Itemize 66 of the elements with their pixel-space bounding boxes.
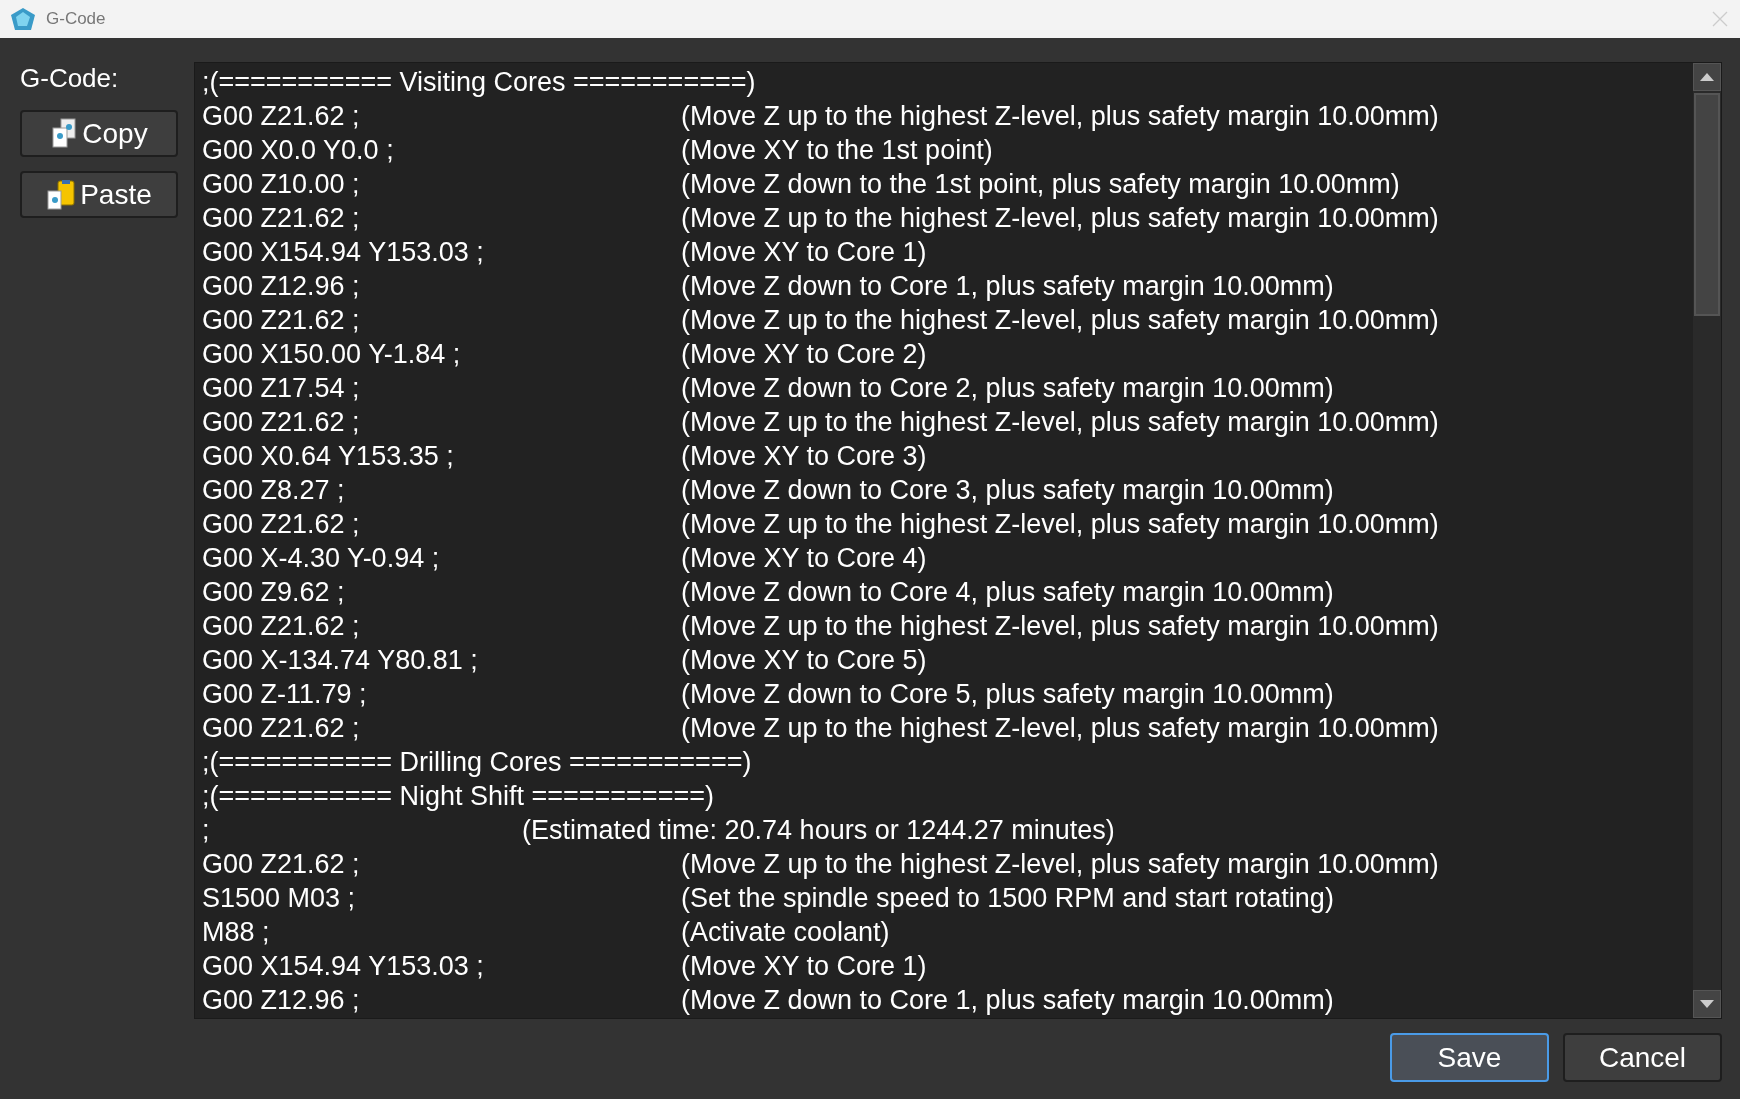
cancel-button[interactable]: Cancel [1563,1033,1722,1082]
code-text: G00 X150.00 Y-1.84 ; [202,338,461,369]
code-text: S1500 M03 ; [202,882,356,913]
code-text: G00 Z8.27 ; [202,474,345,505]
code-text: G00 Z10.00 ; [202,168,360,199]
code-comment: (Move XY to Core 1) [681,950,927,982]
code-line: ;(=========== Visiting Cores ===========) [202,67,756,98]
code-text: G00 Z-11.79 ; [202,678,367,709]
code-comment: (Move XY to Core 1) [681,236,927,268]
code-comment: (Move Z up to the highest Z-level, plus safety margin 10.00mm) [681,848,1439,880]
code-text: G00 Z21.62 ; [202,101,360,131]
code-comment: (Move Z up to the highest Z-level, plus safety margin 10.00mm) [681,610,1439,642]
code-comment: (Move XY to the 1st point) [681,134,993,166]
window-title: G-Code [46,8,106,31]
code-text: G00 X154.94 Y153.03 ; [202,236,484,267]
code-text: G00 Z21.62 ; [202,202,360,233]
code-comment: (Move Z down to Core 5, plus safety margin 10.00mm) [681,678,1334,710]
code-text: ; [202,814,210,845]
code-comment: (Move Z down to the 1st point, plus safety margin 10.00mm) [681,168,1400,200]
code-text: G00 Z12.96 ; [202,270,360,301]
code-comment: (Move Z up to the highest Z-level, plus safety margin 10.00mm) [681,406,1439,438]
scrollbar-thumb[interactable] [1694,93,1720,316]
code-text: G00 Z12.96 ; [202,984,360,1015]
save-button[interactable]: Save [1390,1033,1549,1082]
code-text: G00 Z21.62 ; [202,406,360,437]
copy-button[interactable]: Copy [20,110,178,157]
code-text: G00 Z21.62 ; [202,304,360,335]
code-text: G00 Z9.62 ; [202,576,345,607]
code-comment: (Move Z up to the highest Z-level, plus safety margin 10.00mm) [681,712,1439,744]
code-text: G00 X-134.74 Y80.81 ; [202,644,478,675]
code-line: ;(=========== Drilling Cores ===========) [202,746,752,778]
code-text: G00 X-4.30 Y-0.94 ; [202,542,440,573]
copy-icon [50,117,79,150]
code-comment: (Move Z up to the highest Z-level, plus safety margin 10.00mm) [681,304,1439,336]
paste-icon [46,178,77,211]
code-comment: (Move Z up to the highest Z-level, plus safety margin 10.00mm) [681,202,1439,234]
code-comment: (Move Z up to the highest Z-level, plus safety margin 10.00mm) [681,101,1439,132]
code-comment: (Move Z down to Core 2, plus safety margin 10.00mm) [681,372,1334,404]
code-comment: (Estimated time: 20.74 hours or 1244.27 minutes) [522,814,1115,846]
scroll-down-icon[interactable] [1693,990,1721,1018]
code-comment: (Move XY to Core 3) [681,440,927,472]
code-comment: (Set the spindle speed to 1500 RPM and start rotating) [681,882,1334,914]
code-comment: (Move Z down to Core 1, plus safety margin 10.00mm) [681,984,1334,1016]
code-comment: (Move Z down to Core 3, plus safety margin 10.00mm) [681,474,1334,506]
code-comment: (Move Z down to Core 4, plus safety margin 10.00mm) [681,576,1334,608]
code-text: G00 X0.64 Y153.35 ; [202,440,454,471]
code-comment: (Move XY to Core 4) [681,542,927,574]
code-comment: (Move XY to Core 2) [681,338,927,370]
app-logo-icon [10,7,36,31]
code-text: G00 Z21.62 ; [202,712,360,743]
code-comment: (Move Z down to Core 1, plus safety margin 10.00mm) [681,270,1334,302]
code-text: G00 X0.0 Y0.0 ; [202,134,394,165]
code-editor[interactable] [194,62,1722,1019]
code-comment: (Move XY to Core 5) [681,644,927,676]
field-label: G-Code: [20,62,120,94]
code-text: G00 Z17.54 ; [202,372,360,403]
code-text: M88 ; [202,916,270,947]
code-line: ;(=========== Night Shift ===========) [202,780,714,812]
code-comment: (Move Z up to the highest Z-level, plus safety margin 10.00mm) [681,508,1439,540]
code-text: G00 Z21.62 ; [202,610,360,641]
paste-button[interactable]: Paste [20,171,178,218]
code-text: G00 X154.94 Y153.03 ; [202,950,484,981]
code-text: G00 Z21.62 ; [202,848,360,879]
code-comment: (Activate coolant) [681,916,890,948]
code-text: G00 Z21.62 ; [202,508,360,539]
scroll-up-icon[interactable] [1693,63,1721,91]
